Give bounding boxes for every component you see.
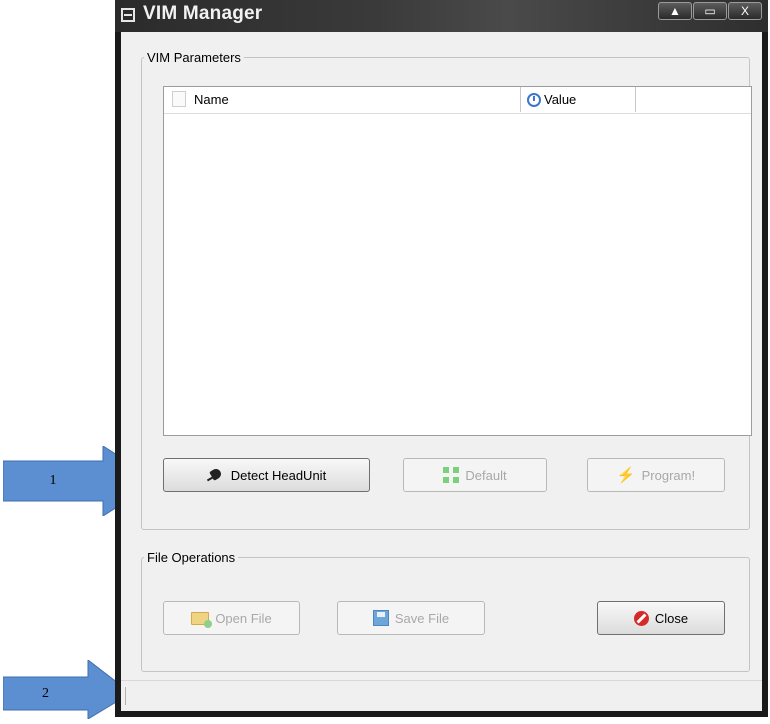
plug-icon: [207, 468, 225, 482]
column-header-value[interactable]: Value: [521, 87, 636, 112]
vim-parameters-list[interactable]: Name Value: [163, 86, 752, 436]
column-header-filler: [636, 87, 751, 112]
default-label: Default: [465, 467, 507, 483]
default-icon: [443, 467, 460, 483]
save-file-button[interactable]: Save File: [337, 601, 485, 635]
window-client-area: VIM Parameters Name Value Detect HeadUni…: [121, 32, 762, 711]
vim-parameters-legend: VIM Parameters: [147, 50, 241, 65]
close-window-button[interactable]: X: [728, 2, 762, 20]
default-button[interactable]: Default: [403, 458, 547, 492]
open-file-button[interactable]: Open File: [163, 601, 300, 635]
arrow-2-label: 2: [42, 685, 49, 701]
title-bar[interactable]: VIM Manager ▲ ▭ X: [115, 0, 768, 32]
status-bar: [121, 680, 762, 711]
column-value-label: Value: [544, 92, 577, 107]
open-file-label: Open File: [215, 610, 272, 626]
arrow-1-label: 1: [49, 473, 57, 488]
column-name-label: Name: [194, 92, 229, 107]
detect-headunit-label: Detect HeadUnit: [230, 467, 327, 483]
save-file-label: Save File: [394, 610, 450, 626]
window-title: VIM Manager: [143, 3, 263, 24]
page-icon: [172, 91, 186, 107]
list-header: Name Value: [164, 87, 751, 114]
minimize-button[interactable]: ▲: [658, 2, 692, 20]
stop-icon: [633, 610, 649, 626]
system-menu-icon[interactable]: [121, 8, 135, 22]
disk-icon: [372, 610, 389, 626]
file-operations-legend: File Operations: [147, 550, 236, 565]
program-button[interactable]: ⚡ Program!: [587, 458, 725, 492]
folder-icon: [191, 611, 213, 628]
vim-manager-window: VIM Manager ▲ ▭ X VIM Parameters Name Va…: [115, 0, 768, 717]
close-label: Close: [654, 610, 689, 626]
clock-icon: [527, 92, 541, 107]
caption-buttons: ▲ ▭ X: [657, 2, 762, 20]
program-label: Program!: [641, 467, 696, 483]
column-header-name[interactable]: Name: [164, 87, 521, 112]
bolt-icon: ⚡: [616, 467, 636, 484]
detect-headunit-button[interactable]: Detect HeadUnit: [163, 458, 370, 492]
maximize-button[interactable]: ▭: [693, 2, 727, 20]
status-separator: [125, 687, 126, 705]
annotation-arrow-2: 2: [2, 658, 132, 720]
close-button[interactable]: Close: [597, 601, 725, 635]
